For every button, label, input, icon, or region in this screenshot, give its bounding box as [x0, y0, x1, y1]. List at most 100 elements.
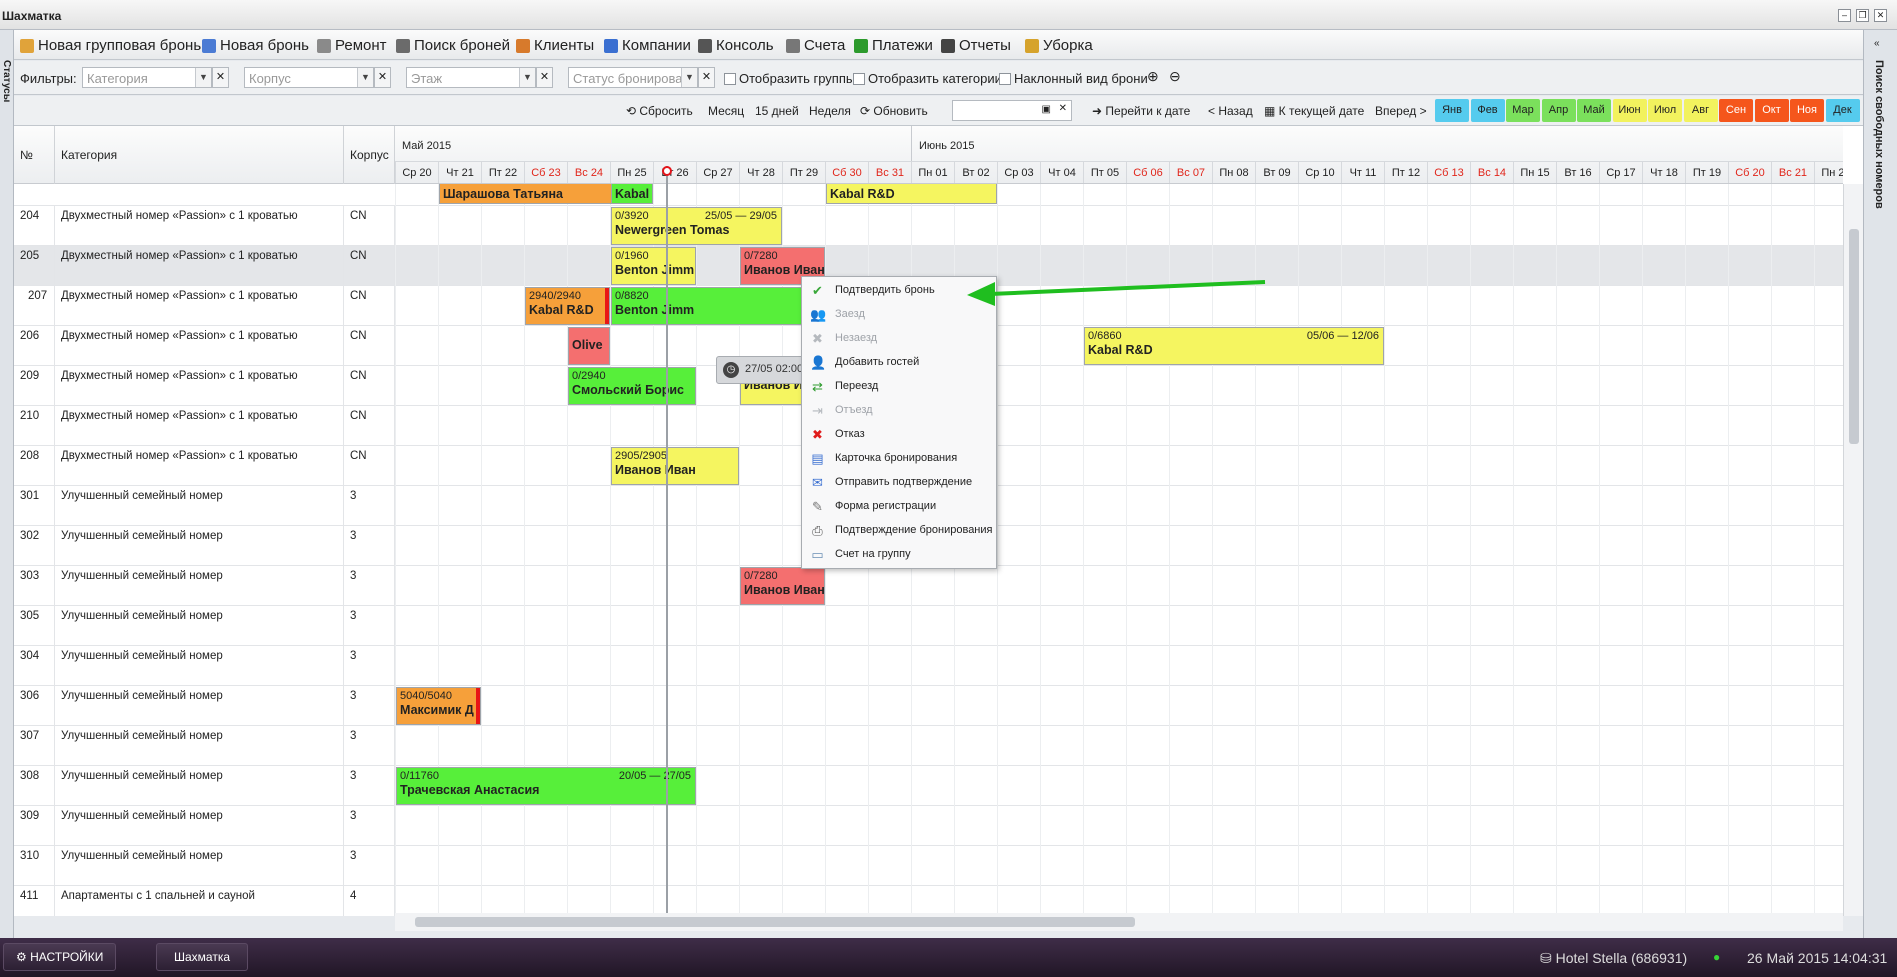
- table-row[interactable]: 204 Двухместный номер «Passion» с 1 крова…: [14, 206, 1843, 246]
- col-building-header[interactable]: Корпус: [344, 126, 395, 184]
- vertical-scrollbar[interactable]: [1843, 184, 1863, 916]
- toolbar-dollar-button[interactable]: Платежи: [854, 37, 933, 54]
- clear-category-button[interactable]: ✕: [212, 67, 229, 88]
- reset-button[interactable]: ⟲ Сбросить: [626, 104, 693, 118]
- table-row[interactable]: 411 Апартаменты с 1 спальней и сауной 4: [14, 886, 1843, 916]
- toolbar-new-booking-button[interactable]: Новая бронь: [202, 37, 309, 54]
- toolbar-printer-button[interactable]: Отчеты: [941, 37, 1011, 54]
- menu-item-move[interactable]: ⇄ Переезд: [802, 375, 996, 399]
- month-button-12[interactable]: Дек: [1825, 99, 1860, 122]
- cancel-x-icon: ✖: [812, 427, 823, 442]
- menu-item-cancel-x[interactable]: ✖ Отказ: [802, 423, 996, 447]
- menu-item-group-invoice[interactable]: ▭ Счет на группу: [802, 543, 996, 567]
- booking-block[interactable]: 0/2940 Смольский Борис: [568, 367, 696, 405]
- chevron-down-icon: ▼: [195, 68, 211, 87]
- month-view-button[interactable]: Месяц: [708, 104, 744, 118]
- menu-item-check-out[interactable]: ⇥ Отъезд: [802, 399, 996, 423]
- building-filter[interactable]: Корпус ▼: [244, 67, 374, 88]
- booking-block[interactable]: 0/7280 Иванов Иван: [740, 567, 825, 605]
- menu-item-add-guests[interactable]: 👤 Добавить гостей: [802, 351, 996, 375]
- floor-filter[interactable]: Этаж ▼: [406, 67, 536, 88]
- slanted-view-checkbox[interactable]: Наклонный вид брони: [999, 71, 1148, 86]
- toolbar-invoices-button[interactable]: Счета: [786, 37, 845, 54]
- month-button-7[interactable]: Июл: [1648, 99, 1682, 122]
- goto-date-button[interactable]: ➜ Перейти к дате: [1092, 104, 1190, 118]
- table-row[interactable]: 310 Улучшенный семейный номер 3: [14, 846, 1843, 886]
- close-button[interactable]: ✕: [1874, 9, 1887, 22]
- col-category-header[interactable]: Категория: [55, 126, 344, 184]
- booking-block[interactable]: Kabal R&D: [826, 184, 997, 204]
- menu-item-check-in[interactable]: 👥 Заезд: [802, 303, 996, 327]
- week-view-button[interactable]: Неделя: [809, 104, 851, 118]
- menu-item-send-confirmation[interactable]: ✉ Отправить подтверждение: [802, 471, 996, 495]
- table-row[interactable]: 306 Улучшенный семейный номер 3: [14, 686, 1843, 726]
- 15days-view-button[interactable]: 15 дней: [755, 104, 799, 118]
- booking-block[interactable]: 2905/2905 Иванов Иван: [611, 447, 739, 485]
- month-button-6[interactable]: Июн: [1612, 99, 1647, 122]
- statuses-panel-collapsed[interactable]: Статусы: [0, 30, 14, 938]
- horizontal-scrollbar[interactable]: [395, 913, 1843, 931]
- toolbar-group-booking-button[interactable]: Новая групповая бронь: [20, 37, 201, 54]
- clear-status-button[interactable]: ✕: [698, 67, 715, 88]
- month-button-11[interactable]: Ноя: [1790, 99, 1824, 122]
- month-button-4[interactable]: Апр: [1541, 99, 1576, 122]
- toolbar-wrench-button[interactable]: Ремонт: [317, 37, 387, 54]
- table-row[interactable]: 309 Улучшенный семейный номер 3: [14, 806, 1843, 846]
- table-row[interactable]: 303 Улучшенный семейный номер 3: [14, 566, 1843, 606]
- menu-item-booking-card[interactable]: ▤ Карточка бронирования: [802, 447, 996, 471]
- room-category: Апартаменты с 1 спальней и сауной: [55, 886, 344, 916]
- booking-block[interactable]: Kabal: [611, 184, 653, 204]
- month-button-2[interactable]: Фев: [1470, 99, 1505, 122]
- table-row[interactable]: 304 Улучшенный семейный номер 3: [14, 646, 1843, 686]
- companies-icon: [604, 38, 618, 53]
- toolbar-clients-button[interactable]: Клиенты: [516, 37, 594, 54]
- back-button[interactable]: < Назад: [1208, 104, 1253, 118]
- status-filter[interactable]: Статус бронирован ▼: [568, 67, 698, 88]
- taskbar-window-chessboard[interactable]: Шахматка: [156, 943, 248, 971]
- zoom-in-icon[interactable]: ⊕: [1147, 68, 1159, 85]
- to-current-date-button[interactable]: ▦ К текущей дате: [1264, 104, 1364, 118]
- show-categories-checkbox[interactable]: Отобразить категории: [853, 71, 1002, 86]
- booking-block[interactable]: 0/3920 Newergreen Tomas 25/05 — 29/05: [611, 207, 782, 245]
- table-row[interactable]: 305 Улучшенный семейный номер 3: [14, 606, 1843, 646]
- room-number: 310: [14, 846, 55, 886]
- refresh-button[interactable]: ⟳ Обновить: [860, 104, 928, 118]
- booking-block[interactable]: 0/6860 Kabal R&D 05/06 — 12/06: [1084, 327, 1384, 365]
- collapse-arrow-icon[interactable]: «: [1874, 38, 1880, 49]
- month-button-3[interactable]: Мар: [1506, 99, 1540, 122]
- free-rooms-search-panel-collapsed[interactable]: « Поиск свободных номеров: [1863, 30, 1897, 938]
- table-row[interactable]: 308 Улучшенный семейный номер 3: [14, 766, 1843, 806]
- col-number-header[interactable]: №: [14, 126, 55, 184]
- settings-button[interactable]: ⚙ НАСТРОЙКИ: [3, 943, 117, 971]
- show-groups-checkbox[interactable]: Отобразить группы: [724, 71, 855, 86]
- month-button-5[interactable]: Май: [1577, 99, 1611, 122]
- booking-block[interactable]: Шарашова Татьяна: [439, 184, 619, 204]
- month-button-1[interactable]: Янв: [1435, 99, 1469, 122]
- toolbar-broom-button[interactable]: Уборка: [1025, 37, 1093, 54]
- date-input[interactable]: ▣ ✕: [952, 100, 1072, 121]
- booking-block[interactable]: 5040/5040 Максимик Д: [396, 687, 481, 725]
- menu-item-registration-form[interactable]: ✎ Форма регистрации: [802, 495, 996, 519]
- booking-block[interactable]: 0/11760 Трачевская Анастасия 20/05 — 27/05: [396, 767, 696, 805]
- menu-item-no-show[interactable]: ✖ Незаезд: [802, 327, 996, 351]
- toolbar-console-button[interactable]: Консоль: [698, 37, 774, 54]
- month-button-9[interactable]: Сен: [1719, 99, 1753, 122]
- clear-floor-button[interactable]: ✕: [536, 67, 553, 88]
- category-filter[interactable]: Категория ▼: [82, 67, 212, 88]
- restore-button[interactable]: ❐: [1856, 9, 1869, 22]
- booking-block[interactable]: 0/1960 Benton Jimm: [611, 247, 696, 285]
- table-row[interactable]: 307 Улучшенный семейный номер 3: [14, 726, 1843, 766]
- booking-block[interactable]: Olive: [568, 327, 610, 365]
- forward-button[interactable]: Вперед >: [1375, 104, 1427, 118]
- toolbar-search-button[interactable]: Поиск броней: [396, 37, 510, 54]
- menu-item-print-confirmation[interactable]: ⎙ Подтверждение бронирования: [802, 519, 996, 543]
- toolbar-companies-button[interactable]: Компании: [604, 37, 691, 54]
- minimize-button[interactable]: –: [1838, 9, 1851, 22]
- booking-amount: 2905/2905: [615, 450, 667, 462]
- booking-block[interactable]: 0/8820 Benton Jimm: [611, 287, 808, 325]
- booking-block[interactable]: 2940/2940 Kabal R&D: [525, 287, 610, 325]
- month-button-8[interactable]: Авг: [1683, 99, 1718, 122]
- zoom-out-icon[interactable]: ⊖: [1169, 68, 1181, 85]
- month-button-10[interactable]: Окт: [1754, 99, 1789, 122]
- clear-building-button[interactable]: ✕: [374, 67, 391, 88]
